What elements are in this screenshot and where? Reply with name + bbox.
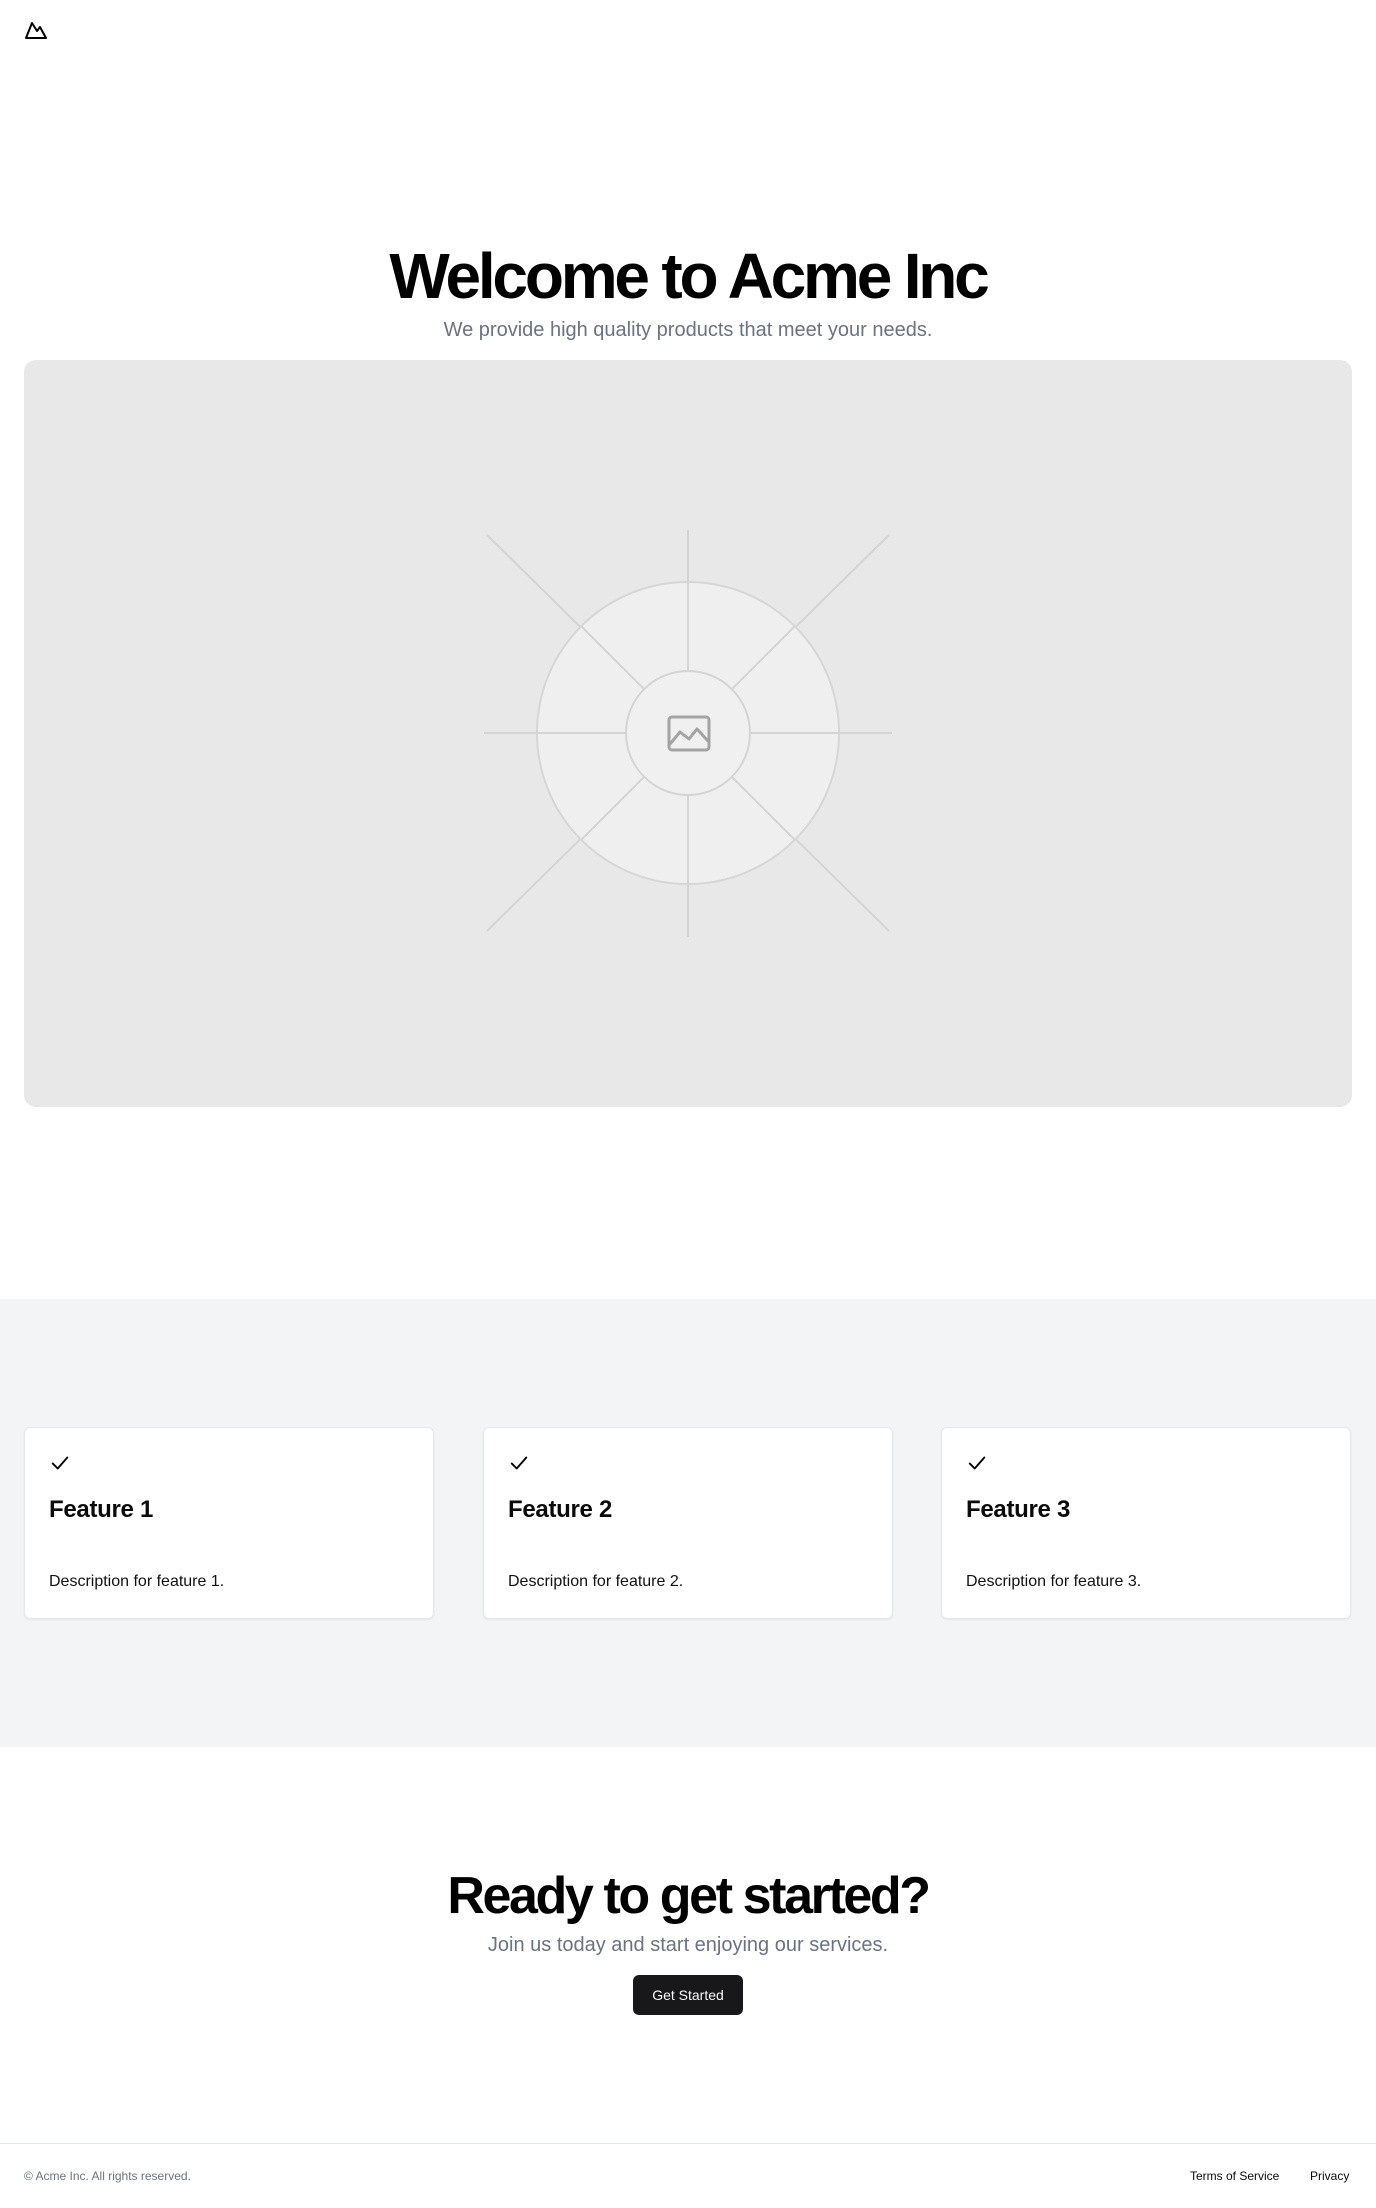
cta-subtitle: Join us today and start enjoying our ser… <box>487 1934 889 1956</box>
get-started-button[interactable]: Get Started <box>633 1975 743 2015</box>
terms-of-service-link[interactable]: Terms of Service <box>1190 2168 1279 2184</box>
feature-title: Feature 3 <box>966 1496 1071 1523</box>
hero-image-placeholder <box>24 360 1352 1107</box>
privacy-link[interactable]: Privacy <box>1310 2168 1349 2184</box>
check-icon <box>510 1456 528 1470</box>
check-icon <box>968 1456 986 1470</box>
features-section: Feature 1 Description for feature 1. Fea… <box>0 1299 1376 1747</box>
site-header <box>0 0 1376 56</box>
cta-title: Ready to get started? <box>447 1867 931 1925</box>
image-placeholder-icon <box>484 530 892 937</box>
hero-title: Welcome to Acme Inc <box>389 240 989 312</box>
site-footer: © Acme Inc. All rights reserved. Terms o… <box>0 2143 1376 2208</box>
feature-card: Feature 2 Description for feature 2. <box>483 1427 893 1619</box>
feature-title: Feature 2 <box>508 1496 613 1523</box>
feature-description: Description for feature 3. <box>966 1573 1142 1590</box>
hero-subtitle: We provide high quality products that me… <box>443 319 933 341</box>
feature-card: Feature 3 Description for feature 3. <box>941 1427 1351 1619</box>
check-icon <box>51 1456 69 1470</box>
feature-title: Feature 1 <box>49 1496 154 1523</box>
feature-description: Description for feature 2. <box>508 1573 684 1590</box>
feature-description: Description for feature 1. <box>49 1573 225 1590</box>
copyright-text: © Acme Inc. All rights reserved. <box>24 2169 191 2183</box>
feature-card: Feature 1 Description for feature 1. <box>24 1427 434 1619</box>
mountain-icon <box>25 22 47 39</box>
